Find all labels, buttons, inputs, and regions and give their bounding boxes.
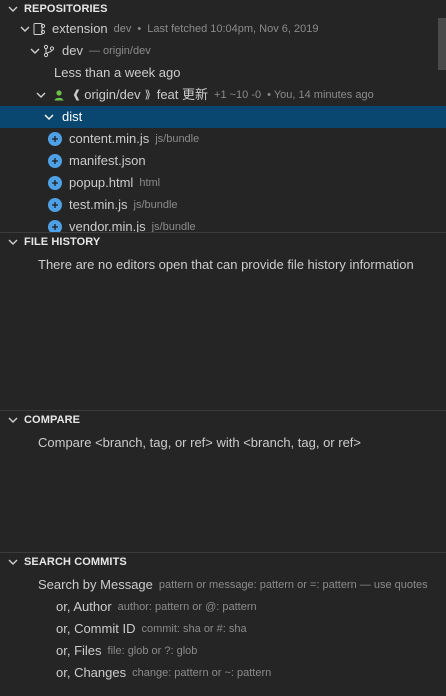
file-modified-icon [48, 154, 62, 168]
file-modified-icon [48, 132, 62, 146]
compare-row[interactable]: Compare <branch, tag, or ref> with <bran… [0, 432, 446, 454]
search-option-label: or, Commit ID [56, 621, 136, 636]
repository-row[interactable]: extension dev • Last fetched 10:04pm, No… [0, 18, 446, 40]
search-commits-title: SEARCH COMMITS [24, 556, 127, 568]
repository-name: extension [52, 21, 108, 36]
commit-row[interactable]: ❰ origin/dev ⟫ feat 更新 +1 ~10 -0 • You, … [0, 84, 446, 106]
compare-title: COMPARE [24, 414, 81, 426]
search-option-label: or, Files [56, 643, 102, 658]
search-commits-header[interactable]: SEARCH COMMITS [0, 552, 446, 571]
folder-row-dist[interactable]: dist [0, 106, 446, 128]
file-modified-icon [48, 198, 62, 212]
commit-message: feat 更新 [156, 87, 209, 102]
repository-icon [32, 22, 46, 36]
search-option-label: or, Author [56, 599, 112, 614]
file-row[interactable]: test.min.js js/bundle [0, 194, 446, 216]
chevron-down-icon [8, 237, 18, 247]
compare-header[interactable]: COMPARE [0, 410, 446, 429]
file-row[interactable]: content.min.js js/bundle [0, 128, 446, 150]
chevron-down-icon [8, 557, 18, 567]
branch-row[interactable]: dev — origin/dev [0, 40, 446, 62]
chevron-down-icon [8, 4, 18, 14]
search-option-label: or, Changes [56, 665, 127, 680]
chevron-down-icon [42, 110, 56, 124]
search-option-hint: file: glob or ?: glob [107, 645, 198, 657]
file-path: js/bundle [151, 221, 196, 232]
git-branch-icon [42, 44, 56, 58]
search-commits-section: SEARCH COMMITS Search by Message pattern… [0, 552, 446, 696]
file-name: content.min.js [69, 131, 150, 146]
folder-name: dist [62, 109, 83, 124]
file-row[interactable]: popup.html html [0, 172, 446, 194]
file-path: html [139, 177, 161, 189]
search-by-commit-id-row[interactable]: or, Commit ID commit: sha or #: sha [0, 618, 446, 640]
file-path: js/bundle [133, 199, 178, 211]
date-group-row[interactable]: Less than a week ago [0, 62, 446, 84]
file-path: js/bundle [155, 133, 200, 145]
chevron-down-icon [8, 415, 18, 425]
bullet-separator: • [137, 23, 142, 35]
file-name: vendor.min.js [69, 219, 146, 232]
repositories-header[interactable]: REPOSITORIES [0, 0, 446, 18]
repository-branch: dev [113, 23, 132, 35]
repositories-section: REPOSITORIES extension dev • Last fetche… [0, 0, 446, 232]
file-history-message-row: There are no editors open that can provi… [0, 254, 432, 276]
search-option-hint: pattern or message: pattern or =: patter… [158, 579, 428, 591]
branch-name: dev [62, 43, 83, 58]
repositories-title: REPOSITORIES [24, 3, 108, 15]
search-option-label: Search by Message [38, 577, 153, 592]
commit-meta: • You, 14 minutes ago [267, 89, 374, 101]
file-history-section: FILE HISTORY There are no editors open t… [0, 232, 446, 410]
search-by-changes-row[interactable]: or, Changes change: pattern or ~: patter… [0, 662, 446, 684]
commit-stats: +1 ~10 -0 [214, 89, 262, 101]
file-modified-icon [48, 176, 62, 190]
search-by-author-row[interactable]: or, Author author: pattern or @: pattern [0, 596, 446, 618]
ref-arrow: ⟫ [144, 89, 151, 101]
file-history-message: There are no editors open that can provi… [38, 257, 414, 272]
commit-ref: origin/dev [84, 87, 141, 102]
chevron-down-icon [28, 44, 42, 58]
search-option-hint: author: pattern or @: pattern [117, 601, 257, 613]
file-row[interactable]: vendor.min.js js/bundle [0, 216, 446, 232]
file-history-title: FILE HISTORY [24, 236, 101, 248]
file-modified-icon [48, 220, 62, 232]
date-group-label: Less than a week ago [54, 65, 181, 80]
gitlens-sidebar: REPOSITORIES extension dev • Last fetche… [0, 0, 446, 696]
search-option-hint: change: pattern or ~: pattern [132, 667, 272, 679]
file-history-header[interactable]: FILE HISTORY [0, 232, 446, 251]
file-name: popup.html [69, 175, 134, 190]
chevron-down-icon [18, 22, 32, 36]
search-by-files-row[interactable]: or, Files file: glob or ?: glob [0, 640, 446, 662]
chevron-down-icon [34, 88, 48, 102]
file-name: test.min.js [69, 197, 128, 212]
compare-section: COMPARE Compare <branch, tag, or ref> wi… [0, 410, 446, 552]
search-by-message-row[interactable]: Search by Message pattern or message: pa… [0, 574, 434, 596]
ref-bracket-icon: ❰ [72, 89, 82, 101]
compare-message: Compare <branch, tag, or ref> with <bran… [38, 435, 362, 450]
file-row[interactable]: manifest.json [0, 150, 446, 172]
avatar-icon [52, 88, 66, 102]
repository-last-fetched: Last fetched 10:04pm, Nov 6, 2019 [147, 23, 319, 35]
file-name: manifest.json [69, 153, 146, 168]
repositories-scrollbar[interactable] [438, 18, 446, 70]
search-option-hint: commit: sha or #: sha [141, 623, 247, 635]
branch-upstream: — origin/dev [88, 45, 151, 57]
